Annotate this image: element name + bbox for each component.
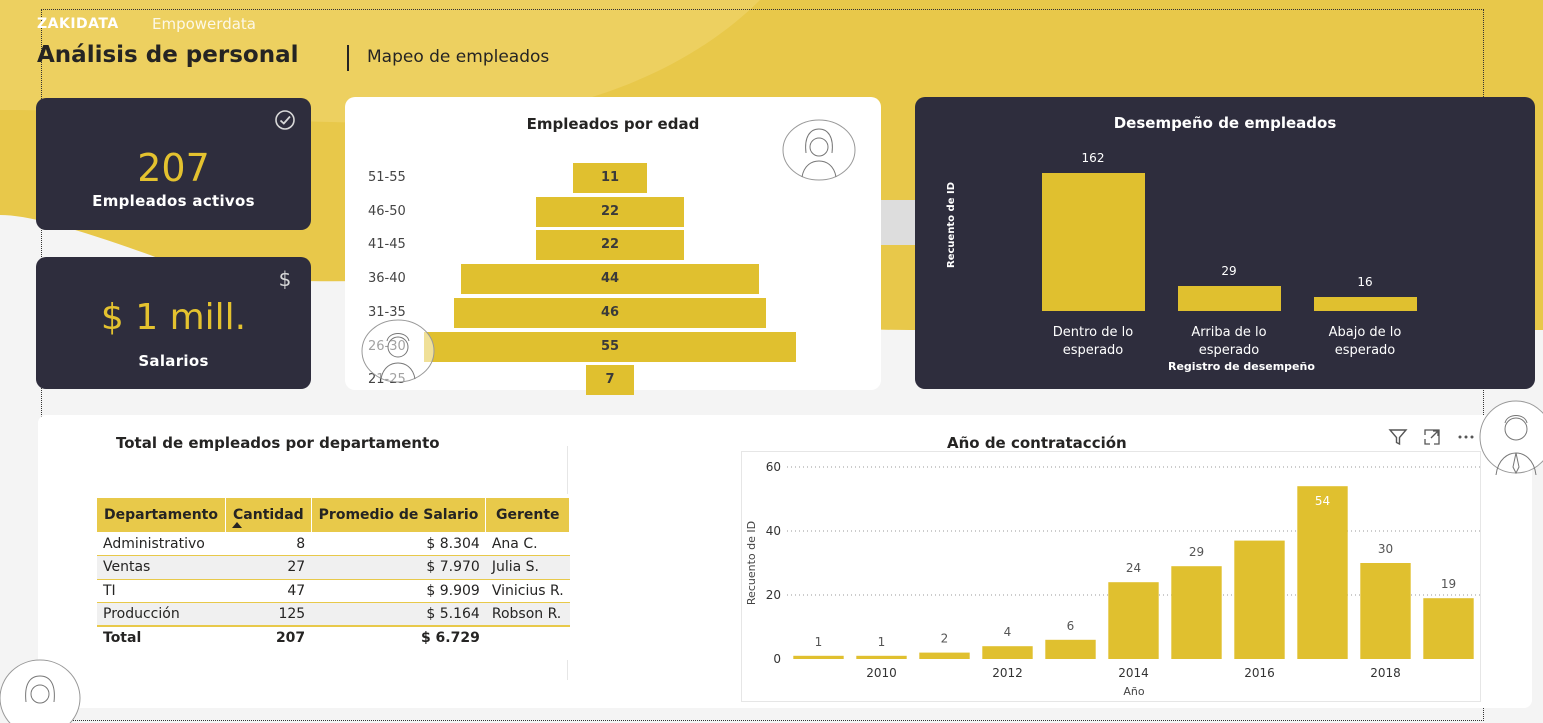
- bar-hire-year[interactable]: [1423, 598, 1474, 659]
- x-tick-label: 2014: [1118, 666, 1149, 680]
- bar-data-label: 1: [815, 635, 823, 649]
- bar-data-label: 1: [878, 635, 886, 649]
- bar-data-label: 2: [941, 632, 949, 646]
- focus-mode-icon[interactable]: [1421, 427, 1443, 452]
- x-tick-label: 2012: [992, 666, 1023, 680]
- woman-avatar-icon: [0, 659, 81, 723]
- bar-hire-year[interactable]: [919, 652, 970, 659]
- bar-hire-year[interactable]: [1045, 639, 1096, 659]
- bar-hire-year[interactable]: [1297, 486, 1348, 659]
- filter-icon[interactable]: [1387, 427, 1409, 452]
- man-tie-avatar-icon: [1479, 400, 1543, 476]
- bar-data-label: 24: [1126, 561, 1141, 575]
- bar-data-label: 54: [1315, 494, 1330, 508]
- bar-hire-year[interactable]: [793, 655, 844, 659]
- y-tick-label: 40: [766, 524, 781, 538]
- bar-hire-year[interactable]: [856, 655, 907, 659]
- bar-data-label: 19: [1441, 577, 1456, 591]
- x-tick-label: 2010: [866, 666, 897, 680]
- hire-year-chart[interactable]: 02040601 120102 42012624201429201654302018…: [0, 0, 1543, 723]
- x-axis-label: Año: [1123, 685, 1144, 698]
- y-axis-label: Recuento de ID: [745, 521, 758, 605]
- bar-hire-year[interactable]: [1234, 540, 1285, 659]
- y-tick-label: 60: [766, 460, 781, 474]
- y-tick-label: 0: [773, 652, 781, 666]
- bar-hire-year[interactable]: [982, 646, 1033, 659]
- bar-hire-year[interactable]: [1360, 563, 1411, 659]
- bar-data-label: 6: [1067, 619, 1075, 633]
- bar-data-label: 30: [1378, 542, 1393, 556]
- bar-hire-year[interactable]: [1108, 582, 1159, 659]
- x-tick-label: 2018: [1370, 666, 1401, 680]
- more-options-icon[interactable]: [1455, 427, 1477, 452]
- bar-hire-year[interactable]: [1171, 566, 1222, 659]
- bar-data-label: 4: [1004, 625, 1012, 639]
- x-tick-label: 2016: [1244, 666, 1275, 680]
- bar-data-label: 29: [1189, 545, 1204, 559]
- y-tick-label: 20: [766, 588, 781, 602]
